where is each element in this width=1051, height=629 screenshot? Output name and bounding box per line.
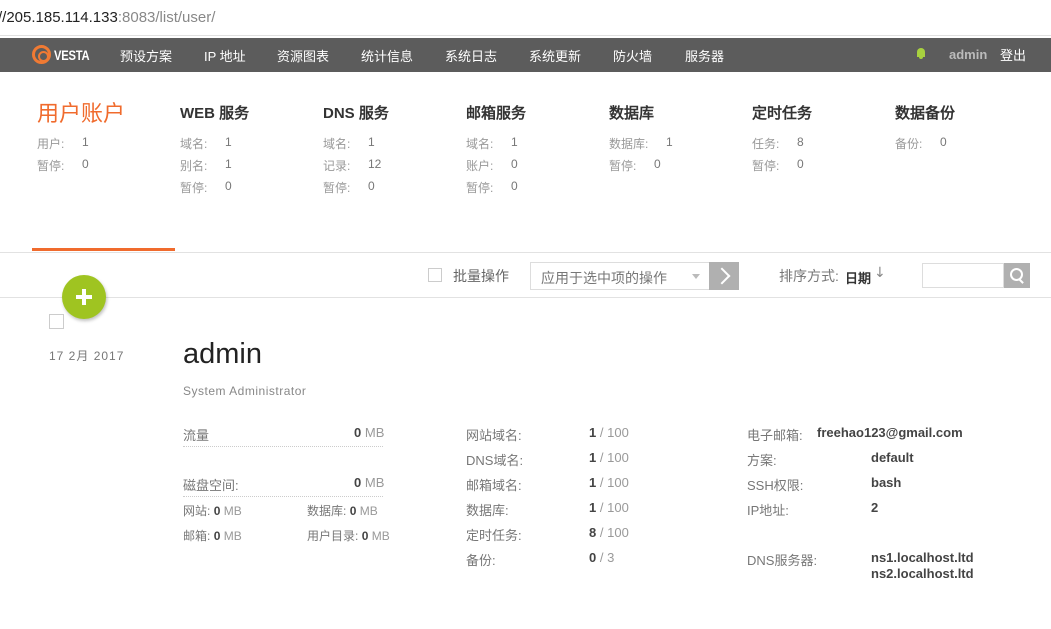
tab-db-title: 数据库 — [609, 105, 655, 122]
limit-value: 8 / 100 — [589, 525, 629, 540]
vesta-logo[interactable]: VESTA — [32, 45, 98, 64]
nav-item-statistics[interactable]: 统计信息 — [361, 46, 413, 65]
disk-label: 磁盘空间: — [183, 478, 239, 493]
active-tab-indicator — [32, 248, 175, 251]
row-date: 17 2月 2017 — [49, 349, 125, 363]
stat-row: 域名: 1 — [466, 135, 518, 151]
url-text[interactable]: //205.185.114.133:8083/list/user/ — [0, 9, 215, 26]
limit-value: 1 / 100 — [589, 450, 629, 465]
nav-item-server[interactable]: 服务器 — [685, 46, 724, 65]
email-label: 电子邮箱: — [747, 428, 803, 443]
select-all-checkbox[interactable] — [428, 268, 442, 282]
address-bar[interactable]: //205.185.114.133:8083/list/user/ — [0, 0, 1051, 36]
stat-row: 用户: 1 — [37, 135, 89, 151]
top-navigation: VESTA 预设方案 IP 地址 资源图表 统计信息 系统日志 系统更新 防火墙… — [0, 38, 1051, 72]
limit-label: 数据库: — [466, 503, 509, 518]
ns-label: DNS服务器: — [747, 553, 818, 568]
bandwidth-label: 流量 — [183, 428, 210, 443]
ns2-value: ns2.localhost.ltd — [871, 566, 974, 581]
divider — [183, 496, 383, 497]
sort-arrow-icon[interactable]: ↓ — [874, 265, 886, 281]
add-user-button[interactable] — [62, 275, 106, 319]
stat-row: 暂停: 0 — [323, 179, 375, 195]
tab-users-title: 用户账户 — [37, 101, 126, 126]
sort-value[interactable]: 日期 — [845, 268, 871, 287]
row-checkbox[interactable] — [49, 314, 64, 329]
nav-item-ip[interactable]: IP 地址 — [204, 46, 246, 65]
nav-item-firewall[interactable]: 防火墙 — [613, 46, 652, 65]
ssh-value: bash — [871, 475, 902, 490]
limit-value: 1 / 100 — [589, 475, 629, 490]
chevron-down-icon — [692, 274, 700, 279]
stat-row: 暂停: 0 — [466, 179, 518, 195]
stat-row: 暂停: 0 — [752, 157, 804, 173]
disk-web: 网站: 0 MB — [183, 504, 242, 518]
stat-row: 域名: 1 — [323, 135, 375, 151]
user-name[interactable]: admin — [183, 338, 262, 371]
stat-row: 暂停: 0 — [37, 157, 89, 173]
stat-row: 暂停: 0 — [609, 157, 661, 173]
ns1-value: ns1.localhost.ltd — [871, 550, 974, 565]
limit-value: 1 / 100 — [589, 425, 629, 440]
tab-web-title: WEB 服务 — [180, 105, 250, 122]
package-value: default — [871, 450, 914, 465]
disk-mail: 邮箱: 0 MB — [183, 529, 242, 543]
ip-value: 2 — [871, 500, 879, 515]
package-label: 方案: — [747, 453, 777, 468]
nav-item-packages[interactable]: 预设方案 — [120, 46, 172, 65]
disk-value: 0 MB — [354, 475, 385, 490]
limit-value: 0 / 3 — [589, 550, 615, 565]
tab-cron-title: 定时任务 — [752, 105, 813, 122]
nav-item-log[interactable]: 系统日志 — [445, 46, 497, 65]
stats-header: 用户账户 用户: 1 暂停: 0 WEB 服务 域名: 1 别名: 1 暂停: 0 DNS… — [0, 72, 1051, 253]
vesta-logo-icon — [32, 45, 51, 64]
stat-row: 备份: 0 — [895, 135, 947, 151]
limit-label: 定时任务: — [466, 528, 522, 543]
stat-row: 暂停: 0 — [180, 179, 232, 195]
limit-label: DNS域名: — [466, 453, 524, 468]
disk-udir: 用户目录: 0 MB — [307, 529, 390, 543]
limit-label: 备份: — [466, 553, 496, 568]
user-fullname: System Administrator — [183, 384, 307, 398]
email-value: freehao123@gmail.com — [817, 425, 963, 440]
limit-value: 1 / 100 — [589, 500, 629, 515]
sort-label: 排序方式: — [779, 268, 839, 284]
stat-row: 任务: 8 — [752, 135, 804, 151]
bandwidth-value: 0 MB — [354, 425, 385, 440]
ip-label: IP地址: — [747, 503, 789, 518]
divider — [183, 446, 383, 447]
stat-row: 域名: 1 — [180, 135, 232, 151]
stat-row: 账户: 0 — [466, 157, 518, 173]
nav-user[interactable]: admin — [949, 47, 987, 62]
limit-label: 邮箱域名: — [466, 478, 522, 493]
list-toolbar: 批量操作 应用于选中项的操作 排序方式: 日期 ↓ — [0, 253, 1051, 298]
search-input[interactable] — [922, 263, 1004, 288]
nav-item-graphs[interactable]: 资源图表 — [277, 46, 329, 65]
nav-item-updates[interactable]: 系统更新 — [529, 46, 581, 65]
tab-mail-title: 邮箱服务 — [466, 105, 527, 122]
tab-backup-title: 数据备份 — [895, 105, 956, 122]
limit-label: 网站域名: — [466, 428, 522, 443]
bulk-action-select[interactable]: 应用于选中项的操作 — [530, 262, 710, 290]
search-icon[interactable] — [1004, 263, 1030, 288]
stat-row: 别名: 1 — [180, 157, 232, 173]
bulk-action-label[interactable]: 批量操作 — [453, 266, 509, 286]
stat-row: 记录: 12 — [323, 157, 382, 173]
tab-dns-title: DNS 服务 — [323, 105, 389, 122]
stat-row: 数据库: 1 — [609, 135, 673, 151]
apply-action-button[interactable] — [709, 262, 739, 290]
ssh-label: SSH权限: — [747, 478, 804, 493]
disk-db: 数据库: 0 MB — [307, 504, 378, 518]
bell-icon[interactable] — [916, 48, 926, 60]
logout-link[interactable]: 登出 — [1000, 45, 1026, 64]
